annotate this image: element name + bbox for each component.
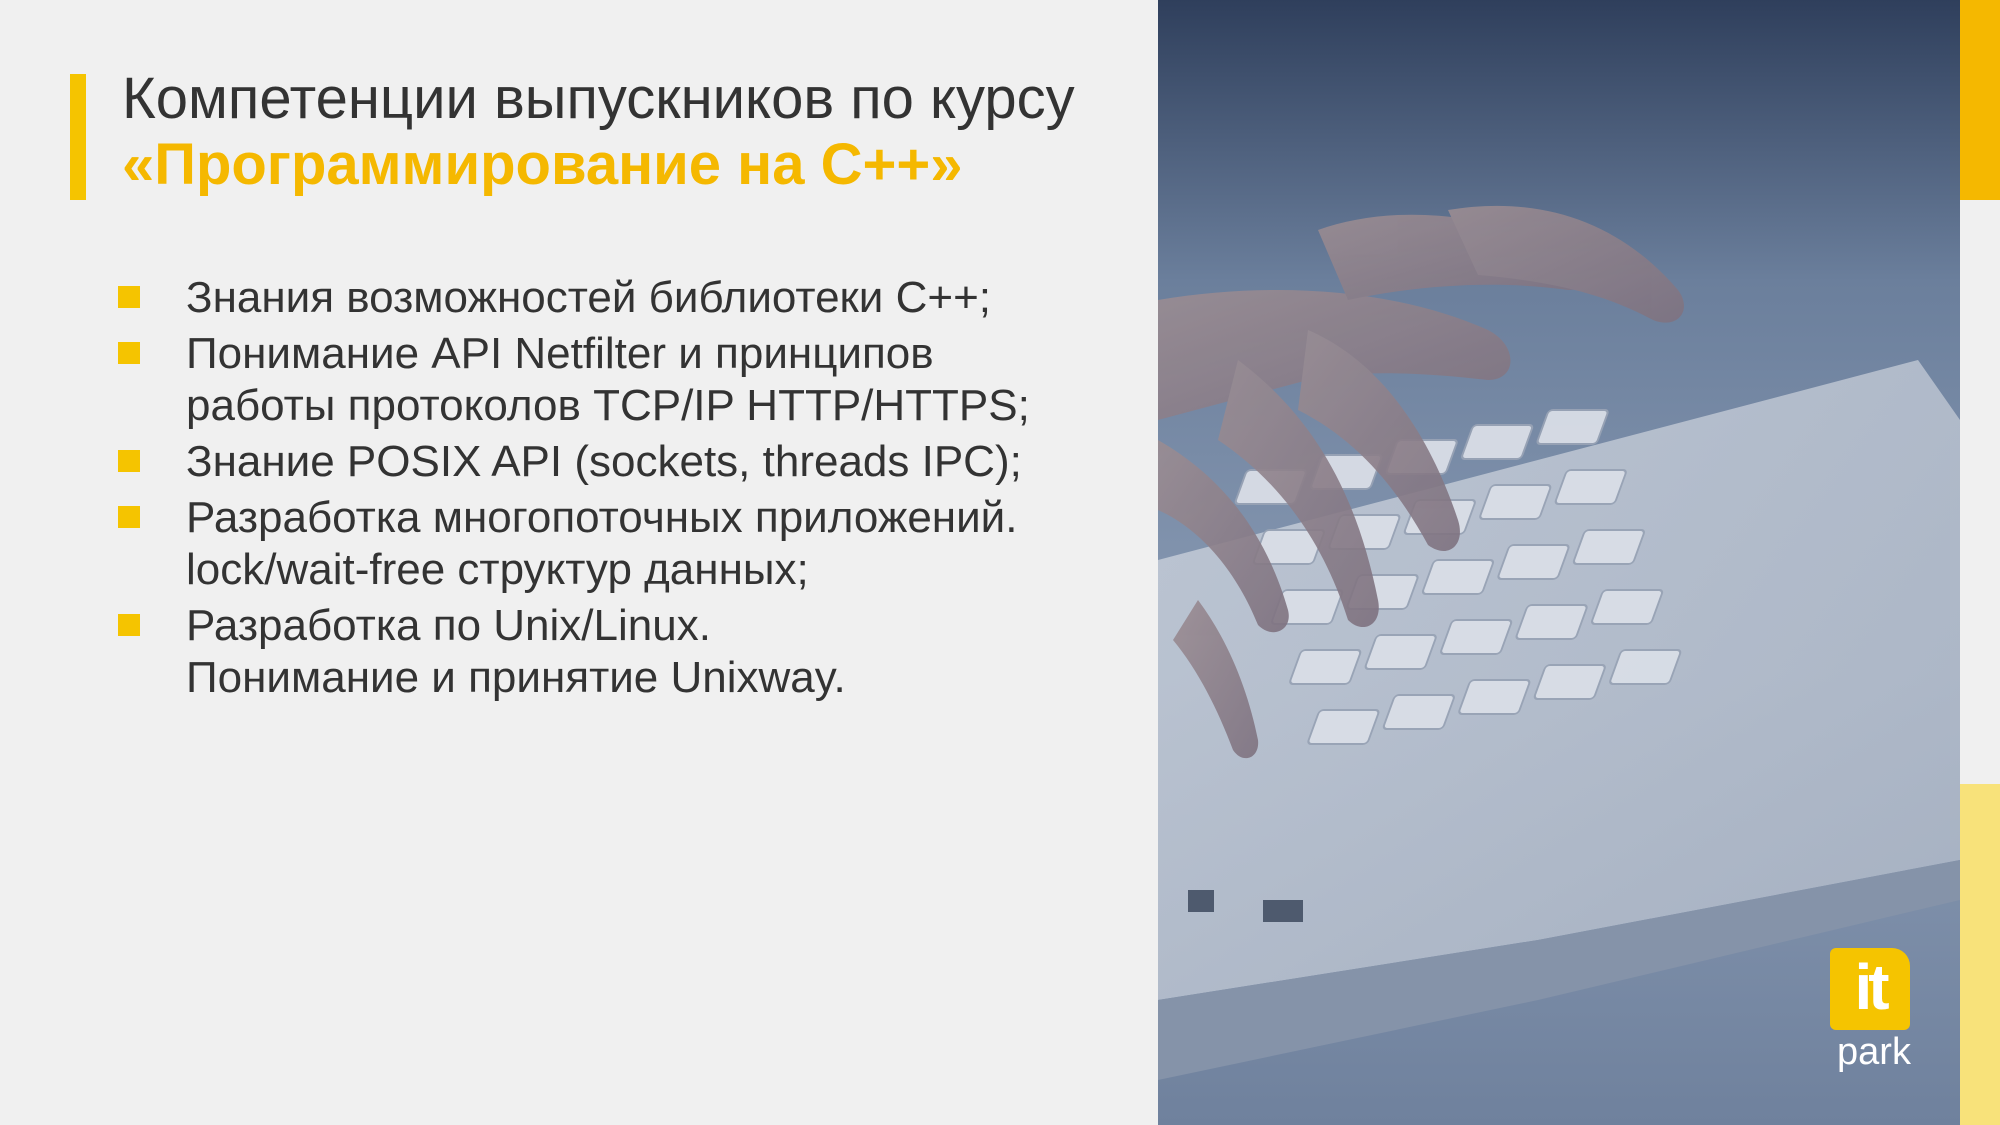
list-item-text: Разработка многопоточных приложений. — [186, 493, 1018, 542]
list-item-text: Знание POSIX API (sockets, threads IPC); — [186, 437, 1022, 486]
logo-word: park — [1837, 1031, 1911, 1073]
list-item: Разработка по Unix/Linux. Понимание и пр… — [114, 600, 1114, 704]
list-item: Понимание API Netfilter и принципов рабо… — [114, 328, 1114, 432]
square-bullet-icon — [118, 286, 140, 308]
list-item-text: Понимание и принятие Unixway. — [186, 653, 846, 702]
list-item-text: lock/wait-free структур данных; — [186, 545, 809, 594]
square-bullet-icon — [118, 506, 140, 528]
edge-accent-top — [1960, 0, 2000, 200]
list-item: Знание POSIX API (sockets, threads IPC); — [114, 436, 1114, 488]
title-accent-bar — [70, 74, 86, 200]
square-bullet-icon — [118, 450, 140, 472]
square-bullet-icon — [118, 614, 140, 636]
list-item-text: Понимание API Netfilter и принципов — [186, 329, 934, 378]
logo-badge: it — [1830, 948, 1910, 1030]
edge-accent-bottom — [1960, 784, 2000, 1125]
title-line-2: «Программирование на С++» — [122, 132, 963, 197]
slide-title: Компетенции выпускников по курсу «Програ… — [122, 66, 1122, 198]
list-item: Разработка многопоточных приложений. loc… — [114, 492, 1114, 596]
it-park-logo: it park — [1830, 948, 1918, 1072]
list-item-text: работы протоколов TCP/IP HTTP/HTTPS; — [186, 381, 1030, 430]
slide: Компетенции выпускников по курсу «Програ… — [0, 0, 2000, 1125]
title-line-1: Компетенции выпускников по курсу — [122, 66, 1075, 131]
square-bullet-icon — [118, 342, 140, 364]
list-item-text: Знания возможностей библиотеки С++; — [186, 273, 991, 322]
competency-list: Знания возможностей библиотеки С++; Пони… — [114, 272, 1114, 708]
list-item-text: Разработка по Unix/Linux. — [186, 601, 711, 650]
list-item: Знания возможностей библиотеки С++; — [114, 272, 1114, 324]
